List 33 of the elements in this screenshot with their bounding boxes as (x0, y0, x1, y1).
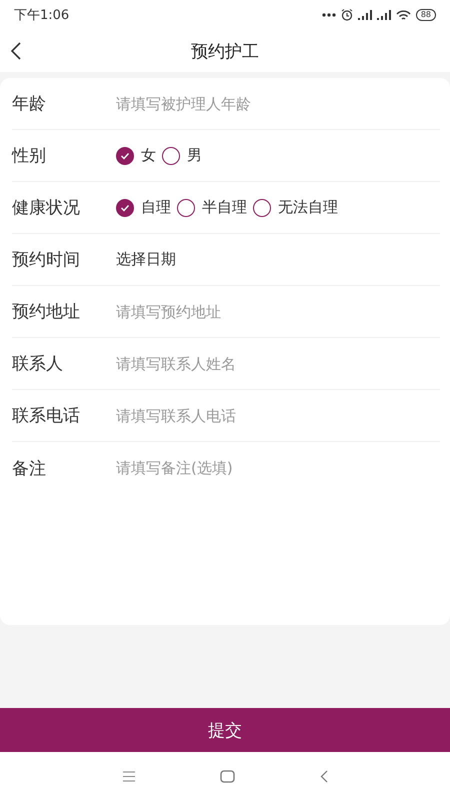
field-label: 年龄 (12, 93, 47, 115)
field-label: 联系电话 (12, 405, 81, 427)
radio-option[interactable]: 女 (116, 146, 156, 165)
wifi-icon (396, 10, 411, 20)
menu-icon[interactable] (122, 770, 136, 782)
alarm-icon (340, 9, 353, 21)
more-dots-icon (322, 13, 336, 17)
signal-icon (358, 10, 372, 20)
submit-button[interactable]: 提交 (0, 708, 450, 752)
field-label: 联系人 (12, 353, 64, 375)
radio-option[interactable]: 半自理 (177, 198, 247, 217)
radio-option[interactable]: 男 (162, 146, 202, 165)
home-icon[interactable] (220, 770, 236, 782)
field-label: 备注 (12, 458, 47, 480)
input-field[interactable]: 请填写被护理人年龄 (116, 94, 440, 112)
input-field[interactable]: 请填写备注(选填) (116, 459, 440, 477)
battery-level: 88 (416, 9, 436, 21)
date-picker[interactable]: 选择日期 (116, 250, 176, 269)
field-label: 性别 (12, 145, 47, 167)
field-label: 预约地址 (12, 301, 81, 323)
input-field[interactable]: 请填写联系人姓名 (116, 354, 440, 372)
page-title: 预约护工 (191, 40, 259, 62)
back-icon[interactable] (320, 770, 328, 782)
field-label: 健康状况 (12, 197, 81, 219)
field-label: 预约时间 (12, 249, 81, 271)
radio-option[interactable]: 自理 (116, 198, 171, 217)
signal-icon (376, 10, 391, 20)
back-icon (10, 41, 22, 61)
input-field[interactable]: 请填写联系人电话 (116, 406, 440, 424)
input-field[interactable]: 请填写预约地址 (116, 302, 440, 320)
status-time: 下午1:06 (14, 7, 70, 24)
radio-option[interactable]: 无法自理 (253, 198, 338, 217)
back-button[interactable] (10, 41, 22, 61)
